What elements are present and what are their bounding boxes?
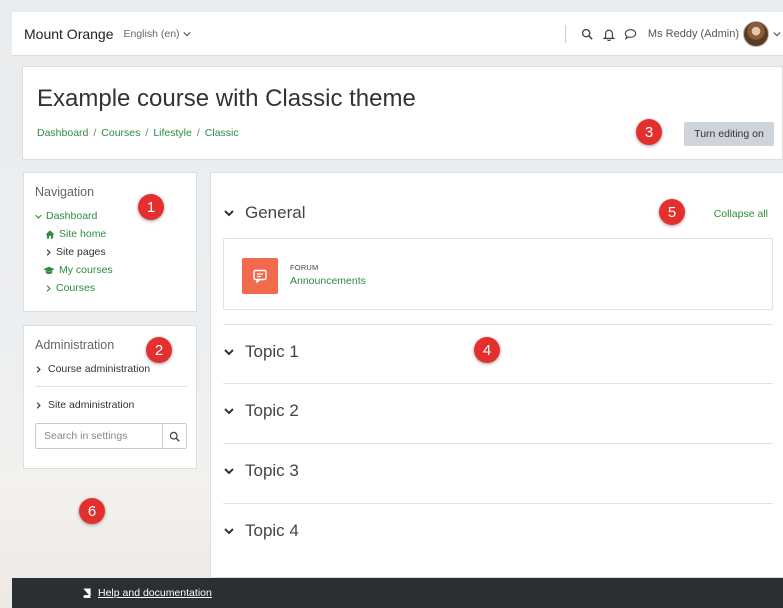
user-avatar[interactable] [743, 21, 769, 47]
language-menu[interactable]: English (en) [124, 28, 191, 40]
section-toggle-topic-2[interactable]: Topic 2 [223, 401, 773, 421]
activity-forum-card: FORUM Announcements [223, 238, 773, 310]
course-administration-item[interactable]: Course administration [35, 360, 196, 378]
collapse-all-link[interactable]: Collapse all [714, 208, 768, 220]
section-name: General [245, 203, 306, 222]
nav-item-my-courses[interactable]: My courses [43, 261, 196, 279]
chevron-down-icon [224, 408, 234, 415]
admin-item-label: Site administration [48, 399, 135, 411]
language-label: English (en) [123, 27, 180, 40]
section-name: Topic 2 [245, 401, 299, 420]
section-toggle-general[interactable]: General [223, 203, 773, 223]
bell-icon[interactable] [598, 23, 620, 45]
chevron-right-icon [36, 365, 41, 373]
chevron-down-icon [224, 349, 234, 356]
section-name: Topic 3 [245, 461, 299, 480]
breadcrumb-courses[interactable]: Courses [101, 127, 140, 139]
help-link-label: Help and documentation [98, 587, 212, 599]
chevron-down-icon [224, 468, 234, 475]
breadcrumb-separator: / [145, 127, 149, 139]
nav-item-site-pages[interactable]: Site pages [45, 243, 196, 261]
navigation-tree: Dashboard Site home Site pages My course… [35, 207, 196, 297]
navigation-block: Navigation Dashboard Site home Site page… [23, 172, 197, 312]
chevron-right-icon [46, 248, 51, 256]
section-toggle-topic-4[interactable]: Topic 4 [223, 521, 773, 541]
help-documentation-link[interactable]: Help and documentation [82, 587, 212, 599]
book-icon [83, 588, 91, 598]
user-name[interactable]: Ms Reddy (Admin) [648, 28, 739, 40]
admin-divider [35, 386, 187, 387]
breadcrumb-dashboard[interactable]: Dashboard [37, 127, 88, 139]
forum-icon[interactable] [242, 258, 278, 294]
section-toggle-topic-3[interactable]: Topic 3 [223, 461, 773, 481]
chevron-down-icon [182, 31, 191, 37]
chevron-right-icon [36, 401, 41, 409]
annotation-badge-2: 2 [146, 337, 172, 363]
navigation-block-title: Navigation [35, 185, 95, 199]
site-name[interactable]: Mount Orange [24, 26, 114, 42]
nav-item-dashboard[interactable]: Dashboard [35, 207, 196, 225]
search-settings-input[interactable] [36, 424, 162, 448]
turn-editing-on-button[interactable]: Turn editing on [684, 122, 774, 146]
nav-item-label: My courses [59, 264, 113, 276]
annotation-badge-6: 6 [79, 498, 105, 524]
section-topic-3: Topic 3 [223, 444, 773, 504]
home-icon [45, 229, 55, 239]
user-menu-chevron-icon[interactable] [773, 30, 781, 38]
search-settings-button[interactable] [162, 424, 186, 448]
annotation-badge-5: 5 [659, 199, 685, 225]
breadcrumb-classic[interactable]: Classic [205, 127, 239, 139]
annotation-badge-3: 3 [636, 119, 662, 145]
site-administration-item[interactable]: Site administration [35, 399, 196, 411]
course-content: General Collapse all FORUM Announcements… [210, 172, 783, 578]
nav-item-site-home[interactable]: Site home [45, 225, 196, 243]
page-footer: Help and documentation [12, 578, 783, 608]
page-header: Example course with Classic theme Dashbo… [22, 66, 783, 160]
top-navbar: Mount Orange English (en) Ms Reddy (Admi… [12, 12, 783, 56]
chevron-down-icon [224, 210, 234, 217]
navbar-right: Ms Reddy (Admin) [564, 12, 783, 56]
chevron-down-icon [35, 214, 42, 219]
section-name: Topic 4 [245, 521, 299, 540]
settings-search [35, 423, 187, 449]
breadcrumb-lifestyle[interactable]: Lifestyle [153, 127, 192, 139]
annotation-badge-1: 1 [138, 194, 164, 220]
nav-item-label: Courses [56, 282, 96, 294]
annotation-badge-4: 4 [474, 337, 500, 363]
section-topic-4: Topic 4 [223, 504, 773, 564]
admin-item-label: Course administration [48, 363, 151, 375]
breadcrumb-separator: / [196, 127, 200, 139]
breadcrumb-separator: / [93, 127, 97, 139]
section-name: Topic 1 [245, 342, 299, 361]
nav-item-label: Site home [59, 228, 107, 240]
navbar-divider [564, 25, 566, 43]
section-topic-2: Topic 2 [223, 384, 773, 444]
activity-name-link[interactable]: Announcements [290, 275, 366, 287]
chevron-down-icon [224, 528, 234, 535]
search-icon [169, 431, 180, 442]
course-title: Example course with Classic theme [37, 85, 416, 112]
activity-type-label: FORUM [290, 263, 319, 272]
search-icon[interactable] [576, 23, 598, 45]
message-icon[interactable] [620, 23, 642, 45]
chevron-right-icon [46, 284, 51, 292]
breadcrumb: Dashboard / Courses / Lifestyle / Classi… [37, 127, 239, 139]
nav-item-label: Dashboard [46, 210, 98, 222]
nav-item-courses[interactable]: Courses [45, 279, 196, 297]
section-general: General [223, 203, 773, 238]
nav-item-label: Site pages [56, 246, 106, 258]
graduation-cap-icon [43, 266, 55, 274]
